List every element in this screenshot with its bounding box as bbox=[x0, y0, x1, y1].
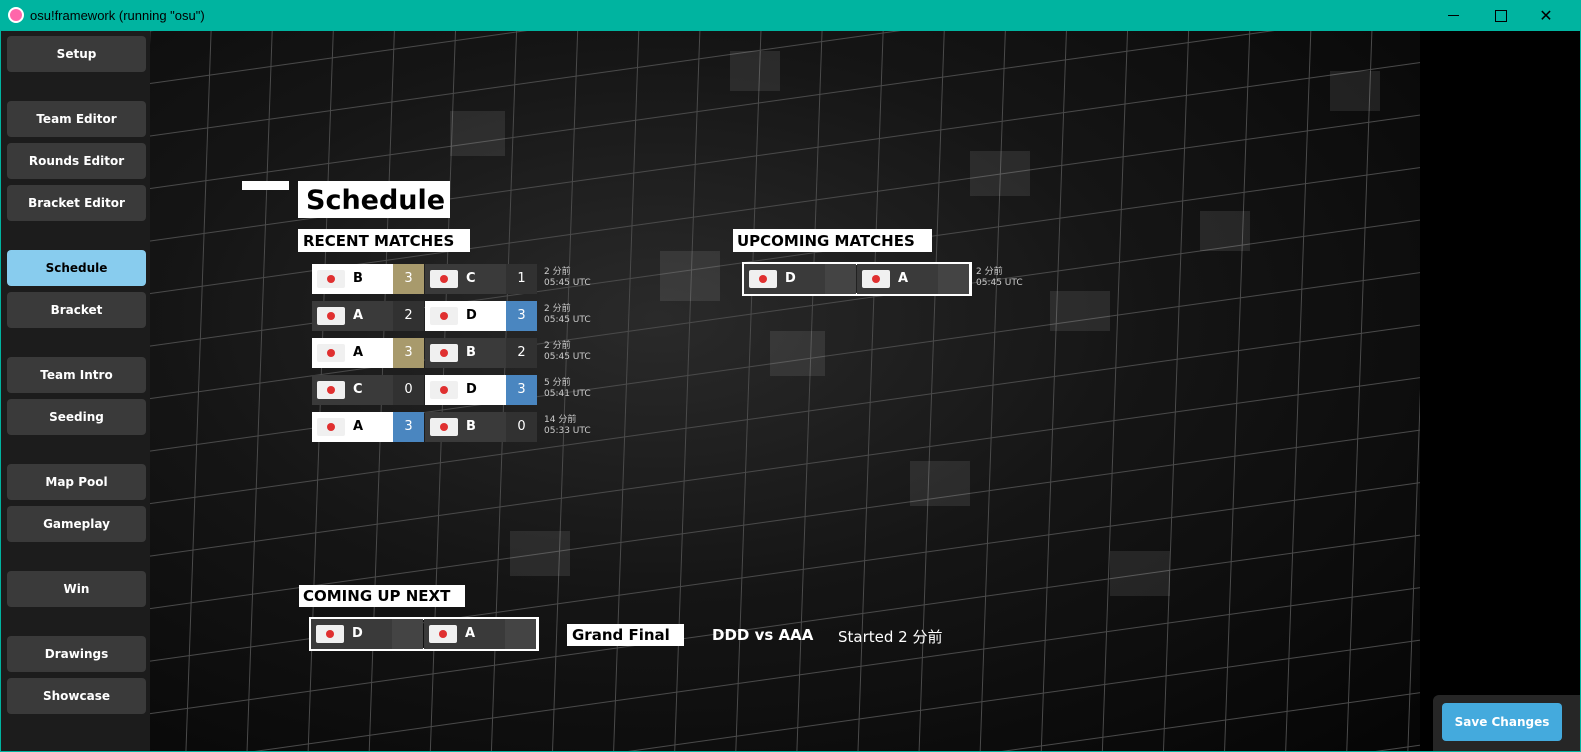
japan-flag-icon bbox=[429, 625, 457, 643]
japan-flag-icon bbox=[430, 307, 458, 325]
next-match: D A bbox=[309, 617, 539, 651]
team-acronym: B bbox=[353, 271, 363, 286]
close-icon[interactable]: ✕ bbox=[1523, 0, 1569, 31]
team-slot: D 3 bbox=[425, 301, 537, 331]
japan-flag-icon bbox=[317, 418, 345, 436]
upcoming-match: D A 2 分前 05:45 UTC bbox=[742, 262, 1023, 296]
sidebar-item-setup[interactable]: Setup bbox=[7, 36, 146, 72]
team-acronym: D bbox=[466, 308, 477, 323]
team-acronym: A bbox=[353, 345, 364, 360]
team-slot: A bbox=[424, 619, 536, 649]
match-time: 5 分前 05:41 UTC bbox=[544, 378, 591, 399]
round-name: Grand Final bbox=[567, 624, 684, 646]
match-time: 2 分前 05:45 UTC bbox=[976, 267, 1023, 288]
match-time: 2 分前 05:45 UTC bbox=[544, 304, 591, 325]
match-started-text: Started 2 分前 bbox=[838, 628, 943, 646]
team-score: 0 bbox=[506, 412, 537, 442]
sidebar-item-bracket-editor[interactable]: Bracket Editor bbox=[7, 185, 146, 221]
team-slot: C 0 bbox=[312, 375, 424, 405]
team-score bbox=[392, 619, 423, 649]
sidebar-item-gameplay[interactable]: Gameplay bbox=[7, 506, 146, 542]
right-panel bbox=[1420, 31, 1580, 751]
team-acronym: D bbox=[352, 626, 363, 641]
title-bar: osu!framework (running "osu") ✕ bbox=[0, 0, 1581, 31]
recent-matches-heading: RECENT MATCHES bbox=[298, 229, 470, 252]
team-slot: A bbox=[857, 264, 969, 294]
japan-flag-icon bbox=[316, 625, 344, 643]
team-score bbox=[505, 619, 536, 649]
osu-logo-icon bbox=[8, 7, 24, 23]
team-score: 3 bbox=[393, 338, 424, 368]
japan-flag-icon bbox=[430, 381, 458, 399]
minimize-icon[interactable] bbox=[1431, 0, 1477, 31]
sidebar-item-showcase[interactable]: Showcase bbox=[7, 678, 146, 714]
sidebar-item-rounds-editor[interactable]: Rounds Editor bbox=[7, 143, 146, 179]
team-score: 3 bbox=[393, 412, 424, 442]
team-acronym: A bbox=[465, 626, 476, 641]
team-slot: A 2 bbox=[312, 301, 424, 331]
team-slot: B 2 bbox=[425, 338, 537, 368]
team-slot: D bbox=[311, 619, 423, 649]
japan-flag-icon bbox=[862, 270, 890, 288]
maximize-icon[interactable] bbox=[1477, 0, 1523, 31]
team-score: 2 bbox=[506, 338, 537, 368]
team-score: 0 bbox=[393, 375, 424, 405]
team-acronym: D bbox=[466, 382, 477, 397]
japan-flag-icon bbox=[317, 307, 345, 325]
team-score bbox=[825, 264, 856, 294]
window-title: osu!framework (running "osu") bbox=[30, 8, 205, 23]
team-slot: D 3 bbox=[425, 375, 537, 405]
team-slot: D bbox=[744, 264, 856, 294]
japan-flag-icon bbox=[317, 270, 345, 288]
team-acronym: A bbox=[353, 419, 364, 434]
team-score bbox=[938, 264, 969, 294]
team-score: 3 bbox=[393, 264, 424, 294]
header-accent-bar bbox=[242, 181, 289, 190]
sidebar: Setup Team Editor Rounds Editor Bracket … bbox=[1, 31, 150, 751]
team-acronym: C bbox=[466, 271, 476, 286]
sidebar-item-map-pool[interactable]: Map Pool bbox=[7, 464, 146, 500]
match-time: 2 分前 05:45 UTC bbox=[544, 267, 591, 288]
team-slot: B 3 bbox=[312, 264, 424, 294]
team-acronym: C bbox=[353, 382, 363, 397]
upcoming-matches-heading: UPCOMING MATCHES bbox=[733, 229, 932, 252]
team-score: 3 bbox=[506, 375, 537, 405]
team-slot: C 1 bbox=[425, 264, 537, 294]
japan-flag-icon bbox=[317, 381, 345, 399]
match-full-names: DDD vs AAA bbox=[712, 626, 814, 644]
team-acronym: B bbox=[466, 419, 476, 434]
sidebar-item-schedule[interactable]: Schedule bbox=[7, 250, 146, 286]
team-acronym: D bbox=[785, 271, 796, 286]
team-score: 2 bbox=[393, 301, 424, 331]
japan-flag-icon bbox=[317, 344, 345, 362]
japan-flag-icon bbox=[430, 270, 458, 288]
sidebar-item-team-intro[interactable]: Team Intro bbox=[7, 357, 146, 393]
match-time: 14 分前 05:33 UTC bbox=[544, 415, 591, 436]
team-acronym: A bbox=[898, 271, 909, 286]
sidebar-item-drawings[interactable]: Drawings bbox=[7, 636, 146, 672]
team-slot: A 3 bbox=[312, 338, 424, 368]
team-score: 1 bbox=[506, 264, 537, 294]
match-time: 2 分前 05:45 UTC bbox=[544, 341, 591, 362]
page-title: Schedule bbox=[298, 181, 450, 218]
team-score: 3 bbox=[506, 301, 537, 331]
team-slot: A 3 bbox=[312, 412, 424, 442]
sidebar-item-team-editor[interactable]: Team Editor bbox=[7, 101, 146, 137]
japan-flag-icon bbox=[749, 270, 777, 288]
japan-flag-icon bbox=[430, 418, 458, 436]
sidebar-item-win[interactable]: Win bbox=[7, 571, 146, 607]
save-changes-button[interactable]: Save Changes bbox=[1442, 703, 1562, 741]
japan-flag-icon bbox=[430, 344, 458, 362]
team-acronym: B bbox=[466, 345, 476, 360]
sidebar-item-bracket[interactable]: Bracket bbox=[7, 292, 146, 328]
sidebar-item-seeding[interactable]: Seeding bbox=[7, 399, 146, 435]
team-acronym: A bbox=[353, 308, 364, 323]
team-slot: B 0 bbox=[425, 412, 537, 442]
coming-up-next-heading: COMING UP NEXT bbox=[299, 585, 465, 607]
